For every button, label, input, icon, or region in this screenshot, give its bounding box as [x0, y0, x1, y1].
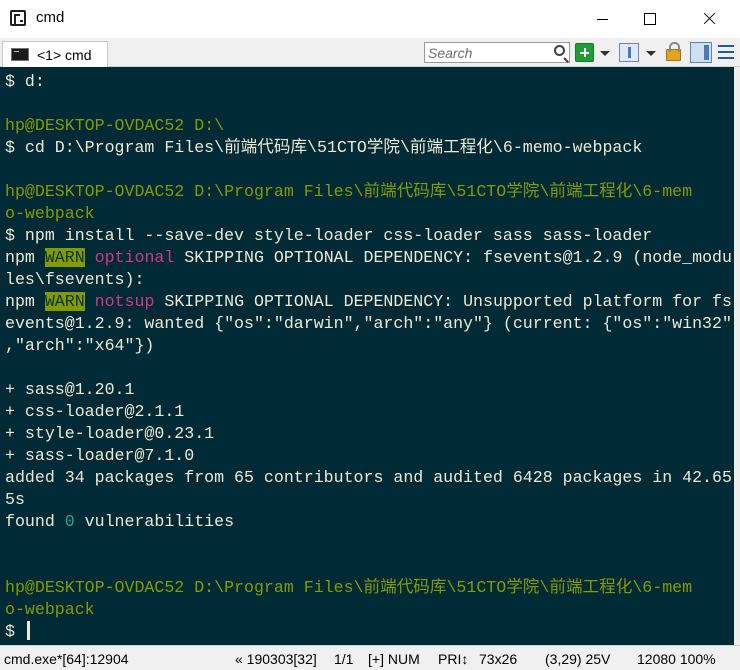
console-line: $ d: [5, 71, 732, 93]
console-text: npm [5, 292, 45, 311]
status-cursor-position[interactable]: (3,29) 25V [545, 651, 610, 667]
minimize-button[interactable] [580, 0, 626, 38]
console-lines: $ d: hp@DESKTOP-OVDAC52 D:\ $ cd D:\Progra… [5, 71, 732, 643]
tab-label: <1> cmd [37, 47, 92, 63]
console-text: SKIPPING OPTIONAL DEPENDENCY: fsevents@1… [174, 248, 732, 267]
panel-layout-icon[interactable] [690, 42, 712, 63]
console-text: + sass@1.20.1 [5, 380, 135, 399]
hamburger-menu-icon[interactable] [718, 45, 734, 60]
console-line: + sass-loader@7.1.0 [5, 445, 732, 467]
console-text: vulnerabilities [74, 512, 235, 531]
vertical-scrollbar[interactable] [734, 67, 740, 645]
console-line: 5s [5, 489, 732, 511]
console-line: npm WARN notsup SKIPPING OPTIONAL DEPEND… [5, 291, 732, 313]
console-line: found 0 vulnerabilities [5, 511, 732, 533]
prompt-user: hp@DESKTOP-OVDAC52 [5, 578, 185, 597]
tab-cmd[interactable]: <1> cmd [2, 41, 108, 67]
warn-badge: WARN [44, 248, 85, 267]
toolbar: <1> cmd Search [0, 38, 740, 67]
console-text: $ cd D:\Program Files\前端代码库\51CTO学院\前端工程… [5, 138, 643, 157]
console-line: o-webpack [5, 599, 732, 621]
console-text: 5s [5, 490, 25, 509]
console-line: + style-loader@0.23.1 [5, 423, 732, 445]
console-text: + css-loader@2.1.1 [5, 402, 185, 421]
console-text: + style-loader@0.23.1 [5, 424, 215, 443]
status-pages[interactable]: 1/1 [334, 651, 353, 667]
warn-type: optional [94, 248, 175, 267]
console-text: les\fsevents): [5, 270, 145, 289]
status-process[interactable]: cmd.exe*[64]:12904 [4, 651, 129, 667]
console-text: + sass-loader@7.1.0 [5, 446, 195, 465]
console-line: $ npm install --save-dev style-loader cs… [5, 225, 732, 247]
warn-type: notsup [94, 292, 155, 311]
status-num-lock[interactable]: [+] NUM [368, 651, 420, 667]
status-priority[interactable]: PRI↕ [438, 651, 468, 667]
console-text: npm [5, 248, 45, 267]
console-line: hp@DESKTOP-OVDAC52 D:\Program Files\前端代码… [5, 577, 732, 599]
status-buffer[interactable]: « 190303[32] [235, 651, 317, 667]
console-text: $ [5, 622, 25, 641]
console-line: + sass@1.20.1 [5, 379, 732, 401]
new-console-plus-icon[interactable] [575, 43, 594, 62]
prompt-path: D:\Program Files\前端代码库\51CTO学院\前端工程化\6-m… [194, 578, 693, 597]
console-app-icon[interactable] [10, 10, 26, 26]
prompt-user: hp@DESKTOP-OVDAC52 [5, 116, 185, 135]
console-line: npm WARN optional SKIPPING OPTIONAL DEPE… [5, 247, 732, 269]
search-input[interactable]: Search [424, 42, 570, 63]
close-button[interactable] [686, 0, 732, 38]
warn-badge: WARN [44, 292, 85, 311]
console-line: added 34 packages from 65 contributors a… [5, 467, 732, 489]
status-bar: cmd.exe*[64]:12904 « 190303[32] 1/1 [+] … [0, 645, 740, 670]
prompt-path: o-webpack [5, 204, 95, 223]
prompt-user: hp@DESKTOP-OVDAC52 [5, 182, 185, 201]
new-console-chevron-down-icon[interactable] [600, 51, 610, 56]
console-line: o-webpack [5, 203, 732, 225]
vulnerability-count: 0 [64, 512, 75, 531]
console-text: events@1.2.9: wanted {"os":"darwin","arc… [5, 314, 732, 333]
console-line: hp@DESKTOP-OVDAC52 D:\Program Files\前端代码… [5, 181, 732, 203]
console-text: $ npm install --save-dev style-loader cs… [5, 226, 653, 245]
console-text: found [5, 512, 65, 531]
split-view-icon[interactable] [619, 43, 639, 62]
console-line: $ cd D:\Program Files\前端代码库\51CTO学院\前端工程… [5, 137, 732, 159]
prompt-path: D:\Program Files\前端代码库\51CTO学院\前端工程化\6-m… [194, 182, 693, 201]
console-line: les\fsevents): [5, 269, 732, 291]
status-zoom[interactable]: 12080 100% [637, 651, 716, 667]
console-text: ,"arch":"x64"}) [5, 336, 155, 355]
status-console-size[interactable]: 73x26 [479, 651, 517, 667]
maximize-button[interactable] [626, 0, 672, 38]
console-line: $ [5, 621, 732, 643]
window-title: cmd [36, 9, 65, 26]
split-view-chevron-down-icon[interactable] [646, 51, 656, 56]
console-output[interactable]: $ d: hp@DESKTOP-OVDAC52 D:\ $ cd D:\Progra… [0, 67, 740, 645]
console-text: added 34 packages from 65 contributors a… [5, 468, 732, 487]
console-line: + css-loader@2.1.1 [5, 401, 732, 423]
console-line: hp@DESKTOP-OVDAC52 D:\ [5, 115, 732, 137]
text-cursor [26, 621, 30, 640]
lock-icon[interactable] [666, 42, 681, 61]
console-line: ,"arch":"x64"}) [5, 335, 732, 357]
console-line: events@1.2.9: wanted {"os":"darwin","arc… [5, 313, 732, 335]
console-text: SKIPPING OPTIONAL DEPENDENCY: Unsupporte… [154, 292, 732, 311]
console-text: $ d: [5, 72, 45, 91]
search-icon[interactable] [554, 45, 565, 56]
search-placeholder: Search [428, 45, 473, 61]
prompt-path: D:\ [194, 116, 225, 135]
title-bar[interactable]: cmd [0, 0, 740, 38]
terminal-icon [11, 48, 29, 61]
prompt-path: o-webpack [5, 600, 95, 619]
